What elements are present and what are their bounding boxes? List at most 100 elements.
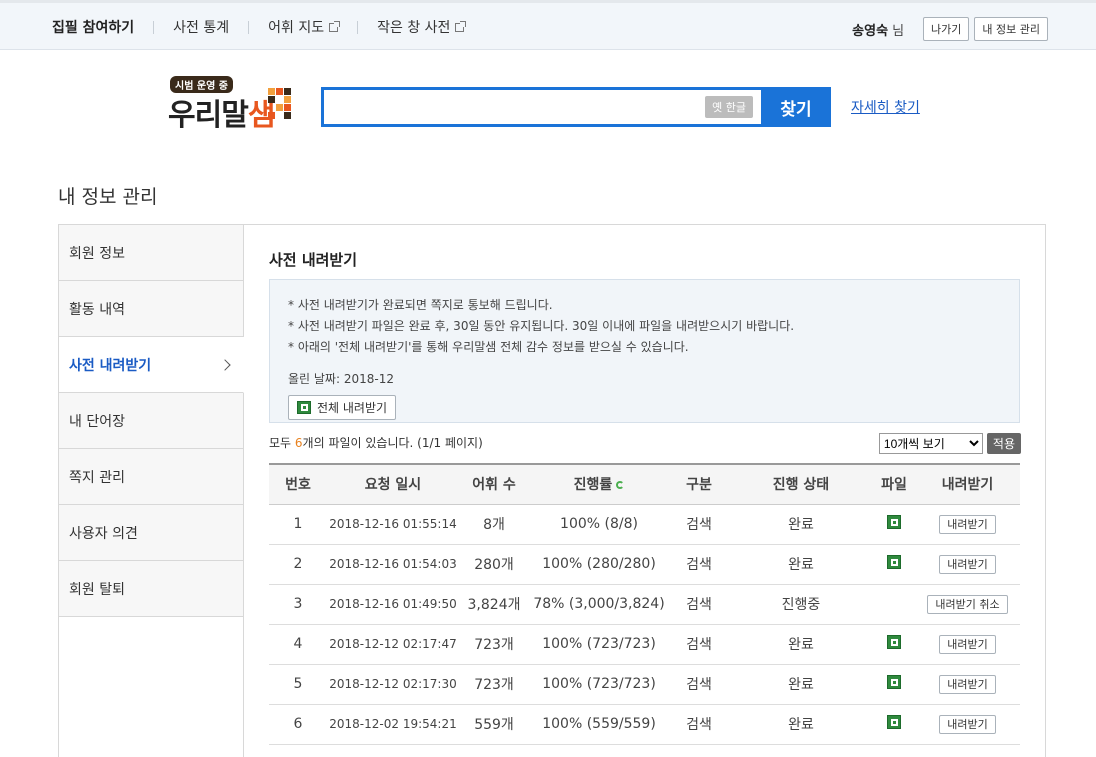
page-title: 내 정보 관리 — [58, 186, 158, 208]
cell-no: 3 — [269, 584, 327, 625]
nav-vocab-map-label: 어휘 지도 — [268, 20, 325, 36]
cell-no: 6 — [269, 704, 327, 745]
cell-count: 280개 — [459, 544, 529, 585]
cell-date: 2018-12-16 01:54:03 — [327, 544, 459, 585]
table-row: 4 2018-12-12 02:17:47 723개 100% (723/723) 검색… — [269, 624, 1020, 665]
refresh-icon[interactable] — [616, 481, 625, 490]
cell-file — [873, 704, 915, 745]
search-button[interactable]: 찾기 — [761, 87, 831, 127]
nav-small-window[interactable]: 작은 창 사전 — [377, 17, 467, 37]
cell-count: 3,824개 — [459, 584, 529, 625]
cell-count: 559개 — [459, 704, 529, 745]
cell-type: 검색 — [669, 624, 729, 665]
cell-no: 4 — [269, 624, 327, 665]
cell-progress: 100% (723/723) — [529, 664, 669, 705]
summary-suffix: 개의 파일이 있습니다. (1/1 페이지) — [302, 436, 483, 450]
table-row: 2 2018-12-16 01:54:03 280개 100% (280/280) 검색… — [269, 544, 1020, 585]
cell-progress: 100% (723/723) — [529, 624, 669, 665]
excel-icon[interactable] — [887, 555, 901, 569]
excel-icon[interactable] — [887, 715, 901, 729]
logout-button[interactable]: 나가기 — [923, 17, 970, 41]
col-header-count: 어휘 수 — [459, 463, 529, 505]
excel-icon[interactable] — [887, 515, 901, 529]
notice-box: * 사전 내려받기가 완료되면 쪽지로 통보해 드립니다. * 사전 내려받기 … — [269, 279, 1020, 423]
cell-action: 내려받기 취소 — [915, 584, 1020, 625]
cell-progress: 78% (3,000/3,824) — [529, 584, 669, 625]
cell-date: 2018-12-16 01:55:14 — [327, 504, 459, 545]
summary-count: 6 — [294, 436, 303, 450]
page-size-control: 10개씩 보기 적용 — [878, 433, 1021, 454]
sidebar-item-label: 사용자 의견 — [69, 525, 138, 542]
cell-file — [873, 544, 915, 585]
excel-icon — [297, 401, 311, 414]
user-box: 송영숙 님 나가기 내 정보 관리 — [852, 17, 1048, 41]
top-bar: 집필 참여하기 사전 통계 어휘 지도 작은 창 사전 송영숙 님 나가기 내 … — [0, 0, 1096, 50]
logo[interactable]: 시범 운영 중 우리말샘 — [168, 76, 294, 133]
external-link-icon — [329, 20, 341, 32]
download-button[interactable]: 내려받기 — [939, 555, 996, 574]
logo-blocks-icon — [268, 88, 292, 128]
sidebar-item-label: 사전 내려받기 — [69, 357, 152, 374]
cell-action: 내려받기 — [915, 704, 1020, 745]
table-header-row: 번호 요청 일시 어휘 수 진행률 구분 진행 상태 파일 내려받기 — [269, 463, 1020, 505]
page-size-select[interactable]: 10개씩 보기 — [878, 433, 983, 454]
sidebar-item-label: 회원 정보 — [69, 245, 125, 262]
col-header-status: 진행 상태 — [729, 463, 873, 505]
cell-type: 검색 — [669, 584, 729, 625]
advanced-search-link[interactable]: 자세히 찾기 — [851, 97, 920, 117]
excel-icon[interactable] — [887, 675, 901, 689]
cancel-download-button[interactable]: 내려받기 취소 — [927, 595, 1008, 614]
col-header-progress-label: 진행률 — [573, 477, 613, 494]
chevron-right-icon — [219, 358, 231, 371]
nav-vocab-map[interactable]: 어휘 지도 — [268, 17, 341, 37]
logo-text: 우리말샘 — [168, 90, 275, 134]
cell-no: 5 — [269, 664, 327, 705]
cell-no: 1 — [269, 504, 327, 545]
download-all-button[interactable]: 전체 내려받기 — [288, 395, 397, 420]
table-row: 1 2018-12-16 01:55:14 8개 100% (8/8) 검색 완료 내려받기 — [269, 504, 1020, 545]
download-button[interactable]: 내려받기 — [939, 635, 996, 654]
sidebar-item-messages[interactable]: 쪽지 관리 — [59, 449, 243, 505]
cell-type: 검색 — [669, 544, 729, 585]
external-link-icon — [455, 20, 467, 32]
old-hangul-button[interactable]: 옛 한글 — [705, 96, 753, 118]
nav-stats[interactable]: 사전 통계 — [173, 17, 229, 37]
section-title: 사전 내려받기 — [269, 251, 358, 269]
my-info-button[interactable]: 내 정보 관리 — [974, 17, 1048, 41]
col-header-file: 파일 — [873, 463, 915, 505]
apply-button[interactable]: 적용 — [986, 433, 1021, 454]
sidebar-item-label: 회원 탈퇴 — [69, 581, 125, 598]
sidebar-item-feedback[interactable]: 사용자 의견 — [59, 505, 243, 561]
cell-action: 내려받기 — [915, 624, 1020, 665]
table-row: 3 2018-12-16 01:49:50 3,824개 78% (3,000/3,8… — [269, 584, 1020, 625]
download-button[interactable]: 내려받기 — [939, 675, 996, 694]
search-input[interactable] — [324, 90, 706, 124]
col-header-progress[interactable]: 진행률 — [529, 463, 669, 505]
download-button[interactable]: 내려받기 — [939, 515, 996, 534]
cell-type: 검색 — [669, 504, 729, 545]
sidebar-item-dict-download[interactable]: 사전 내려받기 — [59, 337, 244, 393]
nav-divider — [153, 20, 155, 34]
notice-line: * 사전 내려받기 파일은 완료 후, 30일 동안 유지됩니다. 30일 이내… — [288, 319, 795, 333]
cell-status: 완료 — [729, 704, 873, 745]
download-all-label: 전체 내려받기 — [317, 401, 388, 415]
download-button[interactable]: 내려받기 — [939, 715, 996, 734]
sidebar: 회원 정보 활동 내역 사전 내려받기 내 단어장 쪽지 관리 사용자 의견 회… — [59, 225, 244, 757]
cell-date: 2018-12-16 01:49:50 — [327, 584, 459, 625]
nav-divider — [357, 20, 359, 34]
nav-stats-label: 사전 통계 — [173, 20, 230, 36]
sidebar-item-member-info[interactable]: 회원 정보 — [59, 225, 243, 281]
cell-status: 진행중 — [729, 584, 873, 625]
nav-participate[interactable]: 집필 참여하기 — [52, 17, 134, 37]
cell-progress: 100% (559/559) — [529, 704, 669, 745]
col-header-download: 내려받기 — [915, 463, 1020, 505]
sidebar-item-wordbook[interactable]: 내 단어장 — [59, 393, 243, 449]
nav-participate-label: 집필 참여하기 — [52, 20, 135, 36]
summary-prefix: 모두 — [269, 436, 295, 450]
user-suffix: 님 — [892, 23, 905, 39]
sidebar-item-withdraw[interactable]: 회원 탈퇴 — [59, 561, 243, 617]
cell-type: 검색 — [669, 664, 729, 705]
table-row: 6 2018-12-02 19:54:21 559개 100% (559/559) 검색… — [269, 704, 1020, 745]
excel-icon[interactable] — [887, 635, 901, 649]
sidebar-item-activity[interactable]: 활동 내역 — [59, 281, 243, 337]
